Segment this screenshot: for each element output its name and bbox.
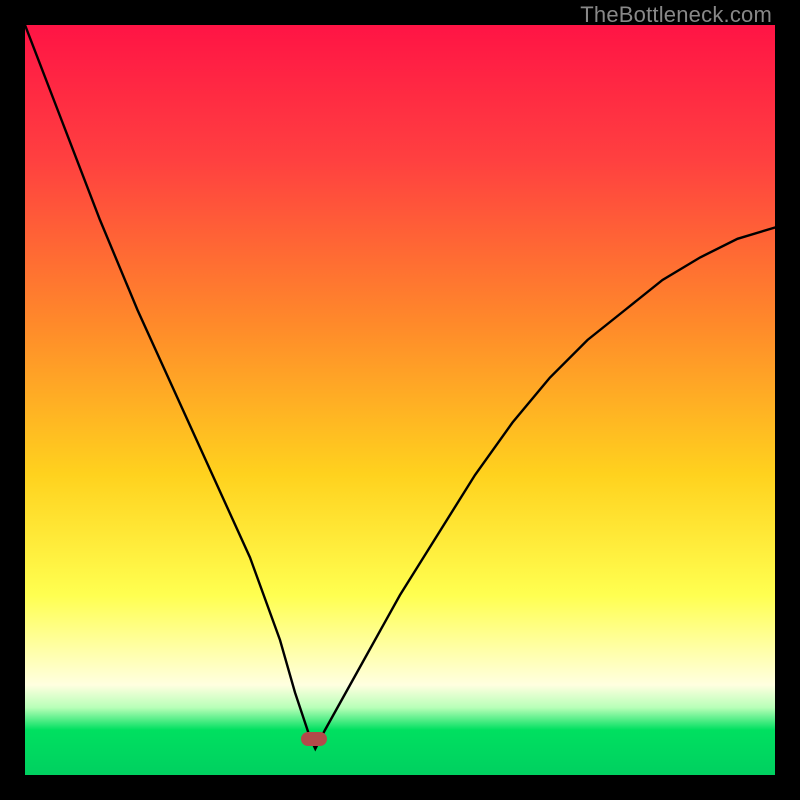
optimal-marker: [301, 732, 327, 746]
plot-area: [25, 25, 775, 775]
chart-frame: TheBottleneck.com: [0, 0, 800, 800]
bottleneck-curve: [25, 25, 775, 775]
